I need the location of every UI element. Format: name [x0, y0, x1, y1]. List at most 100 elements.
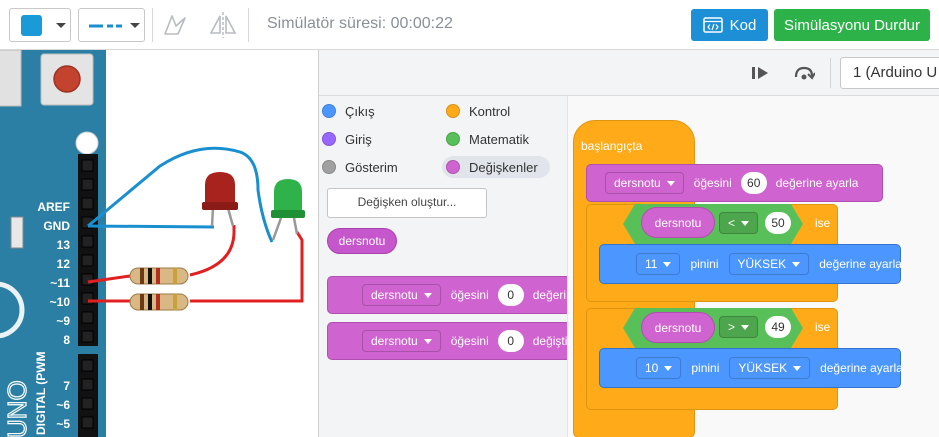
usb-connector	[0, 50, 22, 107]
variable-dropdown[interactable]: dersnotu	[362, 284, 441, 306]
category-label: Gösterim	[345, 159, 398, 175]
pin-label-5: ~5	[56, 417, 70, 431]
category-label: Çıkış	[345, 103, 375, 119]
category-variables[interactable]: Değişkenler	[442, 156, 550, 178]
green-led	[271, 179, 305, 241]
block-text: değerine ayarla	[775, 176, 859, 190]
fill-color-picker[interactable]	[9, 8, 71, 42]
chevron-down-icon	[130, 23, 140, 28]
caret-icon	[423, 292, 432, 298]
caret-icon	[741, 324, 750, 330]
pin-label-13: 13	[57, 238, 71, 252]
flip-icon[interactable]	[208, 11, 238, 39]
category-input[interactable]: Giriş	[322, 128, 372, 150]
reset-button	[53, 65, 81, 93]
variable-reporter[interactable]: dersnotu	[327, 228, 397, 254]
line-style-picker[interactable]	[78, 8, 145, 42]
code-editor-icon	[702, 17, 723, 33]
block-palette: Çıkış Kontrol Giriş Matematik Gösterim D…	[319, 96, 587, 437]
caret-icon	[666, 180, 675, 186]
category-output[interactable]: Çıkış	[322, 100, 375, 122]
pin-label-12: 12	[57, 257, 71, 271]
pin-label-6: ~6	[56, 398, 70, 412]
code-button[interactable]: Kod	[691, 9, 768, 41]
board-chip	[10, 216, 24, 249]
category-control[interactable]: Kontrol	[446, 100, 510, 122]
variable-dropdown-label: dersnotu	[371, 288, 418, 302]
caret-icon	[664, 365, 673, 371]
wire-gnd-led	[87, 224, 215, 229]
block-text: pinini	[690, 257, 719, 271]
toolbar-divider	[830, 58, 831, 88]
variable-dropdown[interactable]: dersnotu	[605, 172, 684, 194]
value-input[interactable]: 0	[497, 330, 524, 352]
variable-reporter[interactable]: dersnotu	[641, 312, 715, 343]
circuit-canvas[interactable]: AREF GND 13 12 ~11 ~10 ~9 8 7 ~6 ~5 4 DI…	[0, 50, 318, 437]
category-dot	[322, 160, 336, 174]
pin-label-aref: AREF	[37, 200, 70, 214]
simulator-timer: Simülatör süresi: 00:00:22	[267, 15, 453, 32]
state-dropdown[interactable]: YÜKSEK	[729, 357, 811, 379]
variable-dropdown-label: dersnotu	[371, 334, 418, 348]
category-label: Matematik	[469, 131, 529, 147]
pin-label-10: ~10	[50, 295, 71, 309]
state-dropdown-label: YÜKSEK	[738, 361, 788, 375]
notes-icon[interactable]	[162, 12, 188, 38]
category-dot	[322, 104, 336, 118]
category-dot	[446, 160, 460, 174]
block-text: öğesini	[450, 288, 489, 302]
variable-dropdown[interactable]: dersnotu	[362, 330, 441, 352]
code-button-label: Kod	[729, 16, 757, 34]
wire-green-led	[190, 231, 304, 303]
toolbar-divider	[152, 8, 153, 42]
pin-label-9: ~9	[56, 314, 70, 328]
palette-change-variable-block[interactable]: dersnotu öğesini 0 değiştir	[327, 322, 587, 360]
step-icon[interactable]	[751, 65, 771, 81]
toolbar-divider	[248, 8, 249, 42]
wire-red-led	[189, 225, 236, 277]
digital-write-block[interactable]: 10 pinini YÜKSEK değerine ayarla	[599, 348, 903, 388]
compare-value-input[interactable]: 50	[765, 212, 791, 234]
category-notation[interactable]: Gösterim	[322, 156, 398, 178]
chevron-down-icon	[56, 23, 66, 28]
start-event-label: başlangıçta	[581, 139, 643, 153]
code-workspace[interactable]: başlangıçta dersnotu öğesini 60 değerine…	[567, 96, 939, 437]
board-label-digital: DIGITAL (PWM	[34, 351, 48, 435]
value-input[interactable]: 60	[740, 172, 767, 194]
line-style-icon	[89, 24, 122, 28]
palette-set-variable-block[interactable]: dersnotu öğesini 0 değerin	[327, 276, 587, 314]
category-label: Değişkenler	[469, 159, 538, 175]
category-math[interactable]: Matematik	[446, 128, 529, 150]
pin-label-8: 8	[63, 333, 70, 347]
set-variable-block[interactable]: dersnotu öğesini 60 değerine ayarla	[586, 164, 883, 202]
variable-reporter[interactable]: dersnotu	[641, 207, 715, 238]
pin-dropdown[interactable]: 10	[636, 357, 682, 379]
circuit-diagram: AREF GND 13 12 ~11 ~10 ~9 8 7 ~6 ~5 4 DI…	[0, 50, 305, 437]
value-input[interactable]: 0	[497, 284, 524, 306]
resistor-2	[129, 293, 189, 311]
caret-icon	[423, 338, 432, 344]
block-text: öğesini	[450, 334, 489, 348]
state-dropdown-label: YÜKSEK	[737, 257, 787, 271]
pin-dropdown-label: 10	[645, 361, 659, 375]
editor-toolbar: 1 (Arduino U	[319, 50, 939, 96]
restart-icon[interactable]	[793, 65, 815, 81]
state-dropdown[interactable]: YÜKSEK	[728, 253, 810, 275]
category-dot	[446, 104, 460, 118]
stop-simulation-button[interactable]: Simülasyonu Durdur	[774, 9, 930, 41]
top-toolbar: Simülatör süresi: 00:00:22 Kod Simülasyo…	[0, 0, 939, 50]
category-dot	[322, 132, 336, 146]
device-select[interactable]: 1 (Arduino U	[840, 57, 939, 89]
make-variable-button[interactable]: Değişken oluştur...	[327, 188, 487, 218]
compare-value-input[interactable]: 49	[765, 316, 791, 338]
pin-dropdown[interactable]: 11	[636, 253, 681, 275]
operator-dropdown[interactable]: >	[719, 316, 759, 338]
block-text: değerine ayarla	[820, 361, 903, 375]
code-editor-panel: 1 (Arduino U Çıkış Kontrol Giriş Matemat…	[318, 50, 939, 437]
digital-write-block[interactable]: 11 pinini YÜKSEK değerine ayarla	[599, 244, 902, 284]
operator-dropdown[interactable]: <	[719, 212, 759, 234]
operator-label: >	[728, 320, 736, 334]
operator-label: <	[728, 216, 736, 230]
pin-dropdown-label: 11	[645, 257, 658, 271]
block-text: öğesini	[693, 176, 732, 190]
